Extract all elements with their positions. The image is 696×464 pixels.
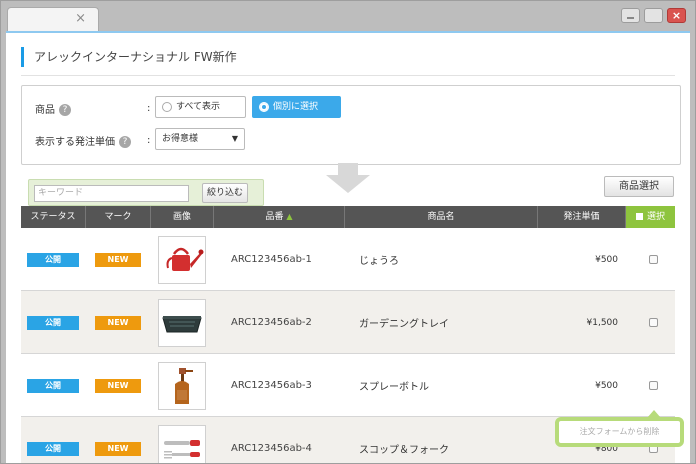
product-select-button[interactable]: 商品選択 xyxy=(604,176,674,197)
spray-bottle-icon xyxy=(175,367,193,404)
title-bar: × × xyxy=(1,1,695,31)
price-label-text: 表示する発注単価 xyxy=(35,137,115,148)
select-cell xyxy=(649,354,658,417)
scoop-fork-icon xyxy=(164,439,200,458)
row-checkbox[interactable] xyxy=(649,255,658,264)
col-status: ステータス xyxy=(21,206,86,228)
help-icon[interactable]: ? xyxy=(59,104,71,116)
product-name-cell: ガーデニングトレイ xyxy=(359,319,449,330)
product-name-cell: スプレーボトル xyxy=(359,382,429,393)
radio-dot xyxy=(162,102,172,112)
mark-cell: NEW xyxy=(95,417,141,463)
select-all-checkbox-icon xyxy=(635,213,643,220)
sku-cell: ARC123456ab-3 xyxy=(231,380,312,391)
status-badge: 公開 xyxy=(27,315,79,330)
price-value: ¥500 xyxy=(595,380,618,391)
product-name-cell: じょうろ xyxy=(359,256,399,267)
image-cell xyxy=(158,228,206,291)
watering-can-icon xyxy=(166,247,204,271)
product-filter-label: 商品? xyxy=(35,101,71,116)
remove-from-order-tooltip[interactable]: 注文フォームから削除 xyxy=(555,410,684,447)
row-checkbox[interactable] xyxy=(649,381,658,390)
maximize-button[interactable] xyxy=(644,8,663,23)
price-tier-select[interactable]: お得意様 ▼ xyxy=(155,128,245,150)
title-divider xyxy=(21,75,675,76)
page-content: アレックインターナショナル FW新作 商品? : すべて表示 個別に選択 表示す… xyxy=(6,31,690,463)
new-badge: NEW xyxy=(95,378,141,393)
image-cell xyxy=(158,291,206,354)
product-thumbnail[interactable] xyxy=(158,424,206,463)
minimize-button[interactable] xyxy=(621,8,640,23)
new-badge: NEW xyxy=(95,252,141,267)
dropdown-caret-icon: ▼ xyxy=(231,134,238,143)
arrow-down-icon xyxy=(326,163,370,193)
help-icon[interactable]: ? xyxy=(119,136,131,148)
page-title: アレックインターナショナル FW新作 xyxy=(21,47,237,67)
product-thumbnail[interactable] xyxy=(158,298,206,347)
mark-cell: NEW xyxy=(95,228,141,291)
new-badge: NEW xyxy=(95,315,141,330)
sku-cell: ARC123456ab-2 xyxy=(231,317,312,328)
price-value: ¥1,500 xyxy=(586,317,619,328)
col-sku[interactable]: 品番 ▲ xyxy=(214,206,345,228)
status-cell: 公開 xyxy=(27,417,79,463)
sku-header-label: 品番 xyxy=(265,212,284,222)
browser-window: × × アレックインターナショナル FW新作 商品? : すべて表示 個別に選択… xyxy=(0,0,696,464)
sort-asc-icon: ▲ xyxy=(286,212,293,221)
table-row: 公開 NEW ARC123456ab-1 じょうろ ¥500 xyxy=(21,228,675,291)
product-thumbnail[interactable] xyxy=(158,235,206,284)
price-value: ¥500 xyxy=(595,254,618,265)
browser-tab[interactable]: × xyxy=(7,7,99,31)
image-cell xyxy=(158,354,206,417)
sku-cell: ARC123456ab-4 xyxy=(231,443,312,454)
status-cell: 公開 xyxy=(27,291,79,354)
garden-tray-icon xyxy=(162,315,202,332)
select-cell xyxy=(649,291,658,354)
price-cell: ¥500 xyxy=(538,228,626,291)
table-header: ステータス マーク 画像 品番 ▲ 商品名 発注単価 選択 xyxy=(21,206,675,228)
price-cell: ¥500 xyxy=(538,354,626,417)
status-badge: 公開 xyxy=(27,252,79,267)
image-cell xyxy=(158,417,206,463)
col-image: 画像 xyxy=(151,206,214,228)
colon: : xyxy=(147,103,151,114)
status-cell: 公開 xyxy=(27,228,79,291)
col-select[interactable]: 選択 xyxy=(626,206,675,228)
colon: : xyxy=(147,135,151,146)
sku-cell: ARC123456ab-1 xyxy=(231,254,312,265)
mark-cell: NEW xyxy=(95,291,141,354)
select-individually-label: 個別に選択 xyxy=(273,102,319,112)
col-name: 商品名 xyxy=(345,206,538,228)
keyword-input[interactable]: キーワード xyxy=(34,185,189,202)
price-filter-label: 表示する発注単価? xyxy=(35,133,131,148)
select-header-label: 選択 xyxy=(646,212,665,222)
price-tier-value: お得意様 xyxy=(162,134,199,144)
select-individually-radio[interactable]: 個別に選択 xyxy=(252,96,341,118)
keyword-search-box: キーワード 絞り込む xyxy=(28,179,264,206)
status-badge: 公開 xyxy=(27,378,79,393)
filter-button[interactable]: 絞り込む xyxy=(202,183,248,203)
mark-cell: NEW xyxy=(95,354,141,417)
row-checkbox[interactable] xyxy=(649,318,658,327)
close-button[interactable]: × xyxy=(667,8,686,23)
status-badge: 公開 xyxy=(27,441,79,456)
product-label-text: 商品 xyxy=(35,105,55,116)
show-all-radio[interactable]: すべて表示 xyxy=(155,96,246,118)
tab-close-icon[interactable]: × xyxy=(75,11,86,26)
product-name-cell: スコップ＆フォーク xyxy=(359,445,449,456)
status-cell: 公開 xyxy=(27,354,79,417)
price-cell: ¥1,500 xyxy=(538,291,626,354)
table-row: 公開 NEW ARC123456ab-3 スプレーボトル ¥500 xyxy=(21,354,675,417)
col-price: 発注単価 xyxy=(538,206,626,228)
product-thumbnail[interactable] xyxy=(158,361,206,410)
show-all-label: すべて表示 xyxy=(176,102,221,112)
filter-panel: 商品? : すべて表示 個別に選択 表示する発注単価? : お得意様 ▼ xyxy=(21,85,681,165)
col-mark: マーク xyxy=(86,206,151,228)
minimize-icon xyxy=(627,17,634,19)
radio-dot-selected xyxy=(259,102,269,112)
new-badge: NEW xyxy=(95,441,141,456)
table-row: 公開 NEW ARC123456ab-2 ガーデニングトレイ ¥1,500 xyxy=(21,291,675,354)
select-cell xyxy=(649,228,658,291)
